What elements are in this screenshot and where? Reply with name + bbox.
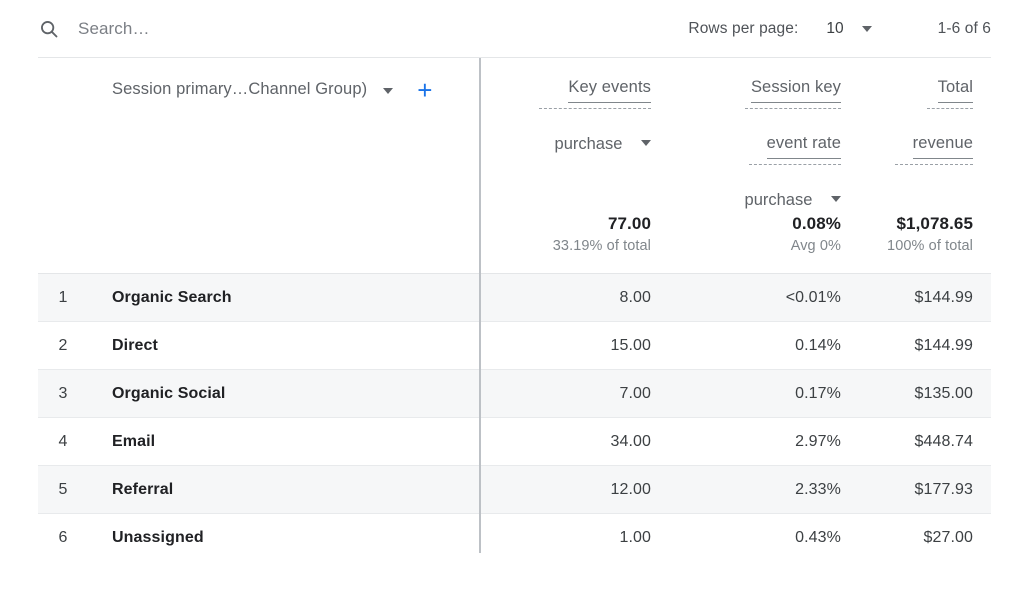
row-dimension[interactable]: Referral [88, 481, 479, 499]
add-dimension-button[interactable]: + [417, 77, 432, 103]
totals-value: 0.08% [792, 214, 841, 233]
row-session-key-event-rate: 0.14% [795, 336, 841, 354]
row-index: 1 [58, 288, 68, 306]
table-row[interactable]: 4 Email 34.00 2.97% $448.74 [38, 418, 991, 466]
metric-header-name-2[interactable]: revenue [912, 130, 973, 159]
metric-header-sub-label: purchase [744, 191, 813, 209]
table-totals-row: 77.00 33.19% of total 0.08% Avg 0% $1,07… [38, 208, 991, 274]
row-total-revenue: $135.00 [914, 384, 973, 402]
table-row[interactable]: 3 Organic Social 7.00 0.17% $135.00 [38, 370, 991, 418]
metric-header-line: Key events [479, 74, 651, 103]
rows-per-page-value: 10 [826, 19, 844, 37]
metric-header-name[interactable]: Total [937, 74, 973, 103]
row-total-revenue: $144.99 [914, 288, 973, 306]
table-row[interactable]: 5 Referral 12.00 2.33% $177.93 [38, 466, 991, 514]
search-icon [41, 20, 58, 37]
chevron-down-icon [861, 25, 872, 32]
row-dimension[interactable]: Unassigned [88, 529, 479, 547]
row-key-events: 15.00 [610, 336, 651, 354]
metric-header-line: Session key [669, 74, 841, 103]
metric-header-dash-rule [669, 103, 841, 130]
row-key-events: 1.00 [619, 529, 651, 546]
chevron-down-icon [641, 140, 651, 146]
totals-cell-key-events: 77.00 33.19% of total [479, 208, 669, 257]
dashed-underline [539, 104, 651, 109]
row-session-key-event-rate: 0.17% [795, 384, 841, 402]
metric-header-line: Total [859, 74, 973, 103]
dashed-underline [895, 160, 973, 165]
row-index: 3 [58, 384, 68, 402]
row-session-key-event-rate: <0.01% [785, 288, 841, 306]
table-row[interactable]: 1 Organic Search 8.00 <0.01% $144.99 [38, 274, 991, 322]
metric-header-name-2[interactable]: event rate [766, 130, 841, 159]
metric-header-dash-rule [859, 159, 973, 186]
metric-header-name[interactable]: Session key [750, 74, 841, 103]
metric-header-key-events: Key events purchase [479, 58, 669, 158]
pagination-controls: Rows per page: 10 1-6 of 6 [688, 20, 991, 38]
row-key-events: 8.00 [619, 288, 651, 306]
row-index: 6 [58, 529, 68, 546]
row-session-key-event-rate: 2.33% [795, 480, 841, 498]
row-key-events: 34.00 [610, 432, 651, 450]
row-dimension[interactable]: Organic Social [88, 385, 479, 403]
pagination-range-label: 1-6 of 6 [937, 19, 991, 37]
row-key-events: 7.00 [619, 384, 651, 402]
metric-header-line: event rate [669, 130, 841, 159]
metric-header-name[interactable]: Key events [568, 74, 651, 103]
metric-header-dash-rule [479, 103, 651, 130]
row-total-revenue: $177.93 [914, 480, 973, 498]
row-dimension[interactable]: Email [88, 433, 479, 451]
row-dimension[interactable]: Organic Search [88, 289, 479, 307]
table-header-row: Session primary…Channel Group) + Key eve… [38, 58, 991, 209]
search-input[interactable] [78, 18, 498, 39]
row-total-revenue: $448.74 [914, 432, 973, 450]
row-session-key-event-rate: 2.97% [795, 432, 841, 450]
totals-cell-total-revenue: $1,078.65 100% of total [859, 208, 991, 257]
row-session-key-event-rate: 0.43% [795, 529, 841, 546]
row-index: 5 [58, 480, 68, 498]
totals-value: 77.00 [607, 214, 651, 233]
table-row[interactable]: 2 Direct 15.00 0.14% $144.99 [38, 322, 991, 370]
metric-header-subselect-key-events[interactable]: purchase [479, 130, 651, 158]
row-total-revenue: $27.00 [923, 529, 973, 546]
row-index: 2 [58, 336, 68, 354]
row-dimension[interactable]: Direct [88, 337, 479, 355]
chevron-down-icon [831, 196, 841, 202]
table-row[interactable]: 6 Unassigned 1.00 0.43% $27.00 [38, 514, 991, 562]
report-table-page: Rows per page: 10 1-6 of 6 Session prima… [0, 0, 1024, 591]
dimension-selector-label[interactable]: Session primary…Channel Group) [38, 80, 367, 99]
chevron-down-icon[interactable] [383, 88, 394, 94]
metric-header-dash-rule [859, 103, 973, 130]
totals-subtext: 33.19% of total [552, 238, 651, 254]
metric-header-total-revenue: Total revenue [859, 58, 991, 186]
search-box[interactable] [38, 0, 688, 57]
metric-header-line: revenue [859, 130, 973, 159]
metric-header-sub-label: purchase [554, 135, 623, 153]
column-divider [479, 58, 481, 553]
data-table: Session primary…Channel Group) + Key eve… [38, 58, 991, 562]
dimension-header-cell: Session primary…Channel Group) + [38, 58, 479, 103]
row-key-events: 12.00 [610, 480, 651, 498]
row-index: 4 [58, 432, 68, 450]
table-toolbar: Rows per page: 10 1-6 of 6 [38, 0, 991, 58]
dashed-underline [745, 104, 841, 109]
rows-per-page-label: Rows per page: [688, 19, 799, 37]
dashed-underline [927, 104, 973, 109]
dashed-underline [749, 160, 841, 165]
metric-header-session-key-event-rate: Session key event rate purchase [669, 58, 859, 214]
totals-subtext: Avg 0% [790, 238, 841, 254]
metric-header-dash-rule [669, 159, 841, 186]
row-total-revenue: $144.99 [914, 336, 973, 354]
totals-cell-session-key-event-rate: 0.08% Avg 0% [669, 208, 859, 257]
rows-per-page-select[interactable]: 10 [826, 19, 872, 38]
totals-subtext: 100% of total [887, 238, 973, 254]
totals-value: $1,078.65 [896, 214, 973, 233]
